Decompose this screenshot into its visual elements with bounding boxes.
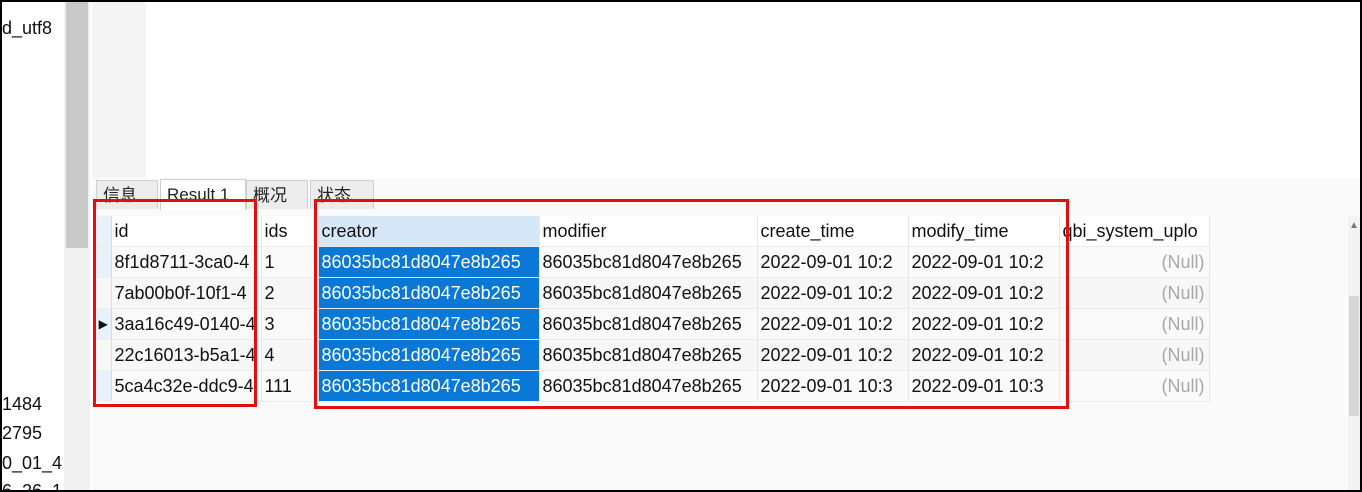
highlight-box-user-time-columns bbox=[314, 199, 1069, 409]
left-panel-scrollbar[interactable] bbox=[64, 2, 90, 492]
highlight-box-id-columns bbox=[93, 199, 257, 407]
column-header-ids[interactable]: ids bbox=[261, 216, 319, 247]
cell-upload[interactable]: (Null) bbox=[1059, 277, 1210, 309]
editor-gutter bbox=[92, 2, 146, 178]
scroll-up-arrow-icon[interactable]: ▲ bbox=[1348, 220, 1360, 231]
cell-ids[interactable]: 1 bbox=[261, 246, 319, 278]
object-list-item[interactable]: 0_01_4 bbox=[2, 453, 62, 474]
scrollbar-thumb[interactable] bbox=[1349, 296, 1359, 416]
object-list-item[interactable]: 6_26_1 bbox=[2, 481, 62, 492]
object-list-item[interactable]: 2795 bbox=[2, 423, 42, 444]
sql-editor[interactable] bbox=[92, 2, 1360, 178]
object-list-item[interactable]: d_utf8 bbox=[2, 18, 52, 39]
cell-upload[interactable]: (Null) bbox=[1059, 308, 1210, 340]
cell-ids[interactable]: 111 bbox=[261, 370, 319, 402]
cell-ids[interactable]: 3 bbox=[261, 308, 319, 340]
column-header-qbi-system-upload[interactable]: qbi_system_uplo bbox=[1059, 216, 1210, 247]
cell-upload[interactable]: (Null) bbox=[1059, 246, 1210, 278]
grid-vertical-scrollbar[interactable]: ▲ bbox=[1348, 216, 1360, 492]
scrollbar-thumb[interactable] bbox=[66, 2, 88, 248]
object-list-item[interactable]: 1484 bbox=[2, 394, 42, 415]
object-list-panel: d_utf8 1484 2795 0_01_4 6_26_1 bbox=[2, 2, 62, 492]
cell-upload[interactable]: (Null) bbox=[1059, 370, 1210, 402]
cell-ids[interactable]: 2 bbox=[261, 277, 319, 309]
cell-upload[interactable]: (Null) bbox=[1059, 339, 1210, 371]
cell-ids[interactable]: 4 bbox=[261, 339, 319, 371]
